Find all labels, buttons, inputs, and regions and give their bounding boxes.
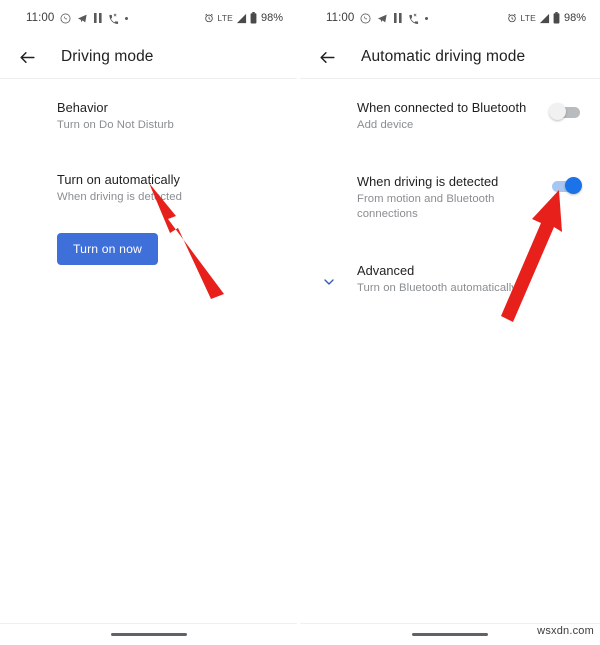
row-trailing [549,99,586,121]
list-item-subtitle: When driving is detected [57,191,182,203]
back-arrow-icon[interactable] [314,44,340,70]
list-item-title: When driving is detected [357,174,499,189]
list-item-title: Behavior [57,100,108,115]
app-bar: Automatic driving mode [300,36,600,78]
app-bar: Driving mode [0,36,297,78]
list-item-when-connected-to-bluetooth[interactable]: When connected to Bluetooth Add device [300,89,600,143]
whatsapp-icon [360,13,371,24]
page-title: Automatic driving mode [361,48,526,65]
list-item-title: When connected to Bluetooth [357,100,527,115]
battery-icon [553,12,560,24]
gesture-pill[interactable] [110,633,187,636]
row-text: Advanced Turn on Bluetooth automatically [357,262,586,296]
page-title: Driving mode [61,48,154,65]
turn-on-now-button-wrap: Turn on now [0,215,297,265]
telegram-icon [77,13,88,24]
network-type-label: LTE [217,13,233,23]
status-clock: 11:00 [26,12,55,24]
turn-on-now-button[interactable]: Turn on now [57,233,158,265]
bottom-divider [0,623,297,624]
status-clock: 11:00 [326,12,355,24]
row-text: Turn on automatically When driving is de… [57,171,283,205]
list-item-subtitle: Turn on Do Not Disturb [57,119,174,131]
list-item-title: Advanced [357,263,415,278]
left-phone-screen: 11:00 LTE 98% Driving mode Behavior Turn… [0,0,297,645]
list-item-turn-on-automatically[interactable]: Turn on automatically When driving is de… [0,161,297,215]
alarm-icon [204,13,214,23]
list-item-advanced[interactable]: Advanced Turn on Bluetooth automatically [300,252,600,306]
dual-screenshot-container: 11:00 LTE 98% Driving mode Behavior Turn… [0,0,600,645]
list-item-behavior[interactable]: Behavior Turn on Do Not Disturb [0,89,297,143]
row-text: Behavior Turn on Do Not Disturb [57,99,283,133]
network-type-label: LTE [520,13,536,23]
driving-detected-toggle[interactable] [549,177,582,195]
pause-icon [394,13,403,23]
list-item-subtitle: Add device [357,119,414,131]
battery-percent-label: 98% [260,12,283,24]
pause-icon [94,13,103,23]
battery-percent-label: 98% [563,12,586,24]
bottom-divider [300,623,600,624]
whatsapp-icon [60,13,71,24]
watermark: wsxdn.com [537,625,594,637]
status-bar-left: 11:00 [26,12,204,24]
signal-bars-icon [236,13,247,24]
list-item-title: Turn on automatically [57,172,180,187]
signal-bars-icon [539,13,550,24]
settings-list: When connected to Bluetooth Add device W… [300,79,600,306]
status-bar-right: LTE 98% [507,12,586,24]
missed-call-icon [408,13,419,24]
row-text: When driving is detected From motion and… [357,173,549,222]
row-text: When connected to Bluetooth Add device [357,99,549,133]
toggle-thumb [549,103,566,120]
missed-call-icon [108,13,119,24]
status-bar: 11:00 LTE 98% [0,0,297,36]
bluetooth-connected-toggle[interactable] [549,103,582,121]
status-bar-right: LTE 98% [204,12,283,24]
back-arrow-icon[interactable] [14,44,40,70]
toggle-thumb [565,177,582,194]
row-trailing [549,173,586,195]
settings-list: Behavior Turn on Do Not Disturb Turn on … [0,79,297,265]
dot-icon [425,16,429,20]
list-item-subtitle: Turn on Bluetooth automatically [357,282,518,294]
list-item-when-driving-is-detected[interactable]: When driving is detected From motion and… [300,163,600,232]
row-lead-spacer [300,173,357,185]
row-lead-spacer [0,171,57,183]
status-bar-left: 11:00 [326,12,507,24]
dot-icon [125,16,129,20]
right-phone-screen: 11:00 LTE 98% Automatic driving mode Whe… [300,0,600,645]
telegram-icon [377,13,388,24]
list-item-subtitle: From motion and Bluetooth connections [357,193,495,220]
alarm-icon [507,13,517,23]
row-lead-spacer [300,99,357,111]
chevron-down-icon[interactable] [300,262,357,290]
gesture-pill[interactable] [412,633,488,636]
battery-icon [250,12,257,24]
row-lead-spacer [0,99,57,111]
status-bar: 11:00 LTE 98% [300,0,600,36]
gesture-nav-bar[interactable] [0,633,297,636]
